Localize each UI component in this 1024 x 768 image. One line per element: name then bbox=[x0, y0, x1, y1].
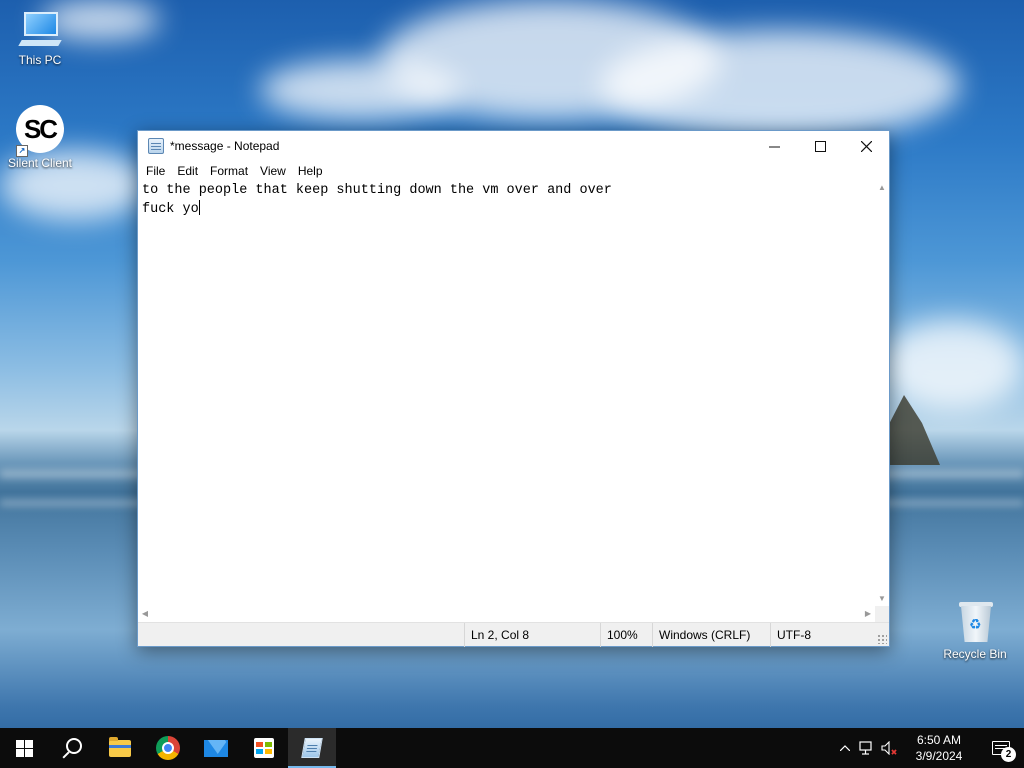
taskbar-chrome[interactable] bbox=[144, 728, 192, 768]
menu-file[interactable]: File bbox=[140, 161, 171, 181]
menu-view[interactable]: View bbox=[254, 161, 292, 181]
search-icon bbox=[66, 738, 82, 754]
scroll-down-icon[interactable]: ▼ bbox=[875, 592, 889, 606]
menu-help[interactable]: Help bbox=[292, 161, 329, 181]
wallpaper-cloud bbox=[880, 320, 1024, 410]
taskbar: ✖ 6:50 AM 3/9/2024 2 bbox=[0, 728, 1024, 768]
silent-client-icon: SC ↗ bbox=[16, 105, 64, 157]
scroll-left-icon[interactable]: ◀ bbox=[138, 606, 152, 622]
start-button[interactable] bbox=[0, 728, 48, 768]
muted-x-icon: ✖ bbox=[890, 747, 898, 757]
chrome-icon bbox=[156, 736, 180, 760]
wallpaper-cloud bbox=[600, 30, 960, 140]
volume-button[interactable]: ✖ bbox=[878, 728, 900, 768]
wallpaper-cloud bbox=[260, 60, 460, 120]
desktop-icon-label: Recycle Bin bbox=[943, 647, 1007, 661]
maximize-button[interactable] bbox=[797, 131, 843, 161]
close-button[interactable] bbox=[843, 131, 889, 161]
clock-time: 6:50 AM bbox=[916, 733, 962, 747]
desktop-icon-label: Silent Client bbox=[7, 156, 73, 170]
network-button[interactable] bbox=[856, 728, 878, 768]
silent-client-logo-text: SC bbox=[23, 114, 58, 144]
horizontal-scrollbar[interactable]: ◀ ▶ bbox=[138, 606, 875, 622]
title-bar[interactable]: *message - Notepad bbox=[138, 131, 889, 161]
taskbar-store[interactable] bbox=[240, 728, 288, 768]
notepad-icon bbox=[301, 738, 323, 758]
computer-icon bbox=[18, 10, 62, 50]
start-icon bbox=[15, 739, 33, 757]
scroll-up-icon[interactable]: ▲ bbox=[875, 181, 889, 195]
notification-badge: 2 bbox=[1001, 747, 1016, 762]
taskbar-notepad[interactable] bbox=[288, 728, 336, 768]
menu-format[interactable]: Format bbox=[204, 161, 254, 181]
desktop-icon-this-pc[interactable]: This PC bbox=[0, 10, 80, 67]
desktop-icon-recycle-bin[interactable]: ♻ Recycle Bin bbox=[935, 600, 1015, 661]
close-icon bbox=[860, 140, 872, 152]
notepad-icon bbox=[148, 138, 164, 154]
window-title: *message - Notepad bbox=[170, 139, 280, 153]
text-caret bbox=[198, 200, 200, 215]
maximize-icon bbox=[814, 140, 826, 152]
store-icon bbox=[254, 738, 274, 758]
vertical-scrollbar[interactable]: ▲ ▼ bbox=[875, 181, 889, 606]
taskbar-file-explorer[interactable] bbox=[96, 728, 144, 768]
editor-line: to the people that keep shutting down th… bbox=[142, 183, 612, 198]
search-button[interactable] bbox=[48, 728, 96, 768]
scroll-right-icon[interactable]: ▶ bbox=[861, 606, 875, 622]
taskbar-mail[interactable] bbox=[192, 728, 240, 768]
minimize-icon bbox=[768, 146, 780, 147]
status-encoding: UTF-8 bbox=[770, 623, 877, 647]
desktop-icon-silent-client[interactable]: SC ↗ Silent Client bbox=[0, 105, 80, 170]
clock-date: 3/9/2024 bbox=[915, 749, 963, 763]
recycle-bin-icon: ♻ bbox=[957, 600, 993, 644]
notepad-window: *message - Notepad File Edit Format View… bbox=[137, 130, 890, 647]
taskbar-clock[interactable]: 6:50 AM 3/9/2024 bbox=[900, 732, 978, 764]
resize-grip-icon[interactable] bbox=[877, 634, 887, 644]
mail-icon bbox=[204, 739, 228, 757]
scrollbar-corner bbox=[875, 606, 889, 622]
network-icon bbox=[859, 741, 872, 755]
text-editor[interactable]: to the people that keep shutting down th… bbox=[138, 181, 875, 606]
status-line-ending: Windows (CRLF) bbox=[652, 623, 770, 647]
chevron-up-icon bbox=[840, 745, 850, 751]
show-hidden-icons-button[interactable] bbox=[834, 728, 856, 768]
menu-edit[interactable]: Edit bbox=[171, 161, 204, 181]
file-explorer-icon bbox=[109, 736, 131, 757]
minimize-button[interactable] bbox=[751, 131, 797, 161]
status-bar: Ln 2, Col 8 100% Windows (CRLF) UTF-8 bbox=[138, 622, 889, 647]
action-center-button[interactable]: 2 bbox=[978, 728, 1024, 768]
editor-line: fuck yo bbox=[142, 202, 199, 217]
shortcut-arrow-icon: ↗ bbox=[16, 145, 28, 157]
status-cursor-position: Ln 2, Col 8 bbox=[464, 623, 600, 647]
status-zoom: 100% bbox=[600, 623, 652, 647]
menu-bar: File Edit Format View Help bbox=[138, 161, 889, 181]
system-tray: ✖ 6:50 AM 3/9/2024 2 bbox=[834, 728, 1024, 768]
desktop-icon-label: This PC bbox=[18, 53, 62, 67]
